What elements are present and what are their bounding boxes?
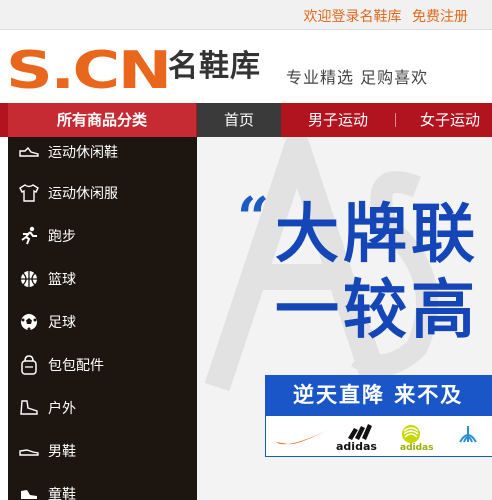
- category-item-outdoor[interactable]: 户外: [8, 393, 197, 423]
- sneaker-icon: [18, 141, 40, 163]
- adidas-neo-wordmark: adidas: [400, 443, 434, 453]
- banner-headline-line1: 大牌联: [275, 198, 479, 272]
- category-item-soccer[interactable]: 足球: [8, 307, 197, 337]
- soccer-ball-icon: [18, 311, 40, 333]
- category-label: 包包配件: [48, 358, 104, 374]
- category-label: 足球: [48, 315, 76, 331]
- all-categories-tab[interactable]: 所有商品分类: [8, 103, 196, 137]
- category-item-casual-shoes[interactable]: 运动休闲鞋: [8, 137, 197, 167]
- site-logo[interactable]: S.CN: [6, 37, 176, 97]
- nike-swoosh-icon: [276, 424, 477, 445]
- runner-icon: [18, 225, 40, 247]
- quote-mark: “: [237, 185, 270, 251]
- category-label: 运动休闲鞋: [48, 145, 118, 161]
- category-item-kids-shoes[interactable]: 童鞋: [8, 479, 197, 500]
- category-item-basketball[interactable]: 篮球: [8, 264, 197, 294]
- logo-text: 名鞋库: [168, 49, 261, 84]
- nav-item-home[interactable]: 首页: [197, 103, 281, 137]
- category-label: 男鞋: [48, 444, 76, 460]
- category-label: 童鞋: [48, 487, 76, 500]
- category-item-bags-accessories[interactable]: 包包配件: [8, 350, 197, 380]
- main-nav: 所有商品分类 首页 男子运动 女子运动: [0, 103, 492, 137]
- kids-shoe-icon: [18, 483, 40, 500]
- tshirt-icon: [18, 182, 40, 204]
- banner-promo-strip: 逆天直降 来不及: [265, 375, 492, 415]
- category-label: 跑步: [48, 229, 76, 245]
- category-label: 篮球: [48, 272, 76, 288]
- site-header: S.CN 名鞋库 专业精选 足购喜欢: [0, 31, 492, 103]
- category-item-running[interactable]: 跑步: [8, 221, 197, 251]
- promo-banner[interactable]: “ 大牌联 一较高 逆天直降 来不及 adidas adidas: [197, 137, 492, 500]
- register-link[interactable]: 免费注册: [412, 9, 468, 25]
- nav-item-mens-sports[interactable]: 男子运动: [308, 103, 368, 137]
- banner-headline-line2: 一较高: [275, 274, 479, 348]
- category-item-mens-shoes[interactable]: 男鞋: [8, 436, 197, 466]
- page: 欢迎登录名鞋库 免费注册 S.CN 名鞋库 专业精选 足购喜欢 所有商品分类 首…: [0, 0, 492, 500]
- login-link[interactable]: 欢迎登录名鞋库: [304, 9, 402, 25]
- account-links: 欢迎登录名鞋库 免费注册: [298, 6, 468, 26]
- hiking-boot-icon: [18, 397, 40, 419]
- category-label: 户外: [48, 401, 76, 417]
- category-label: 运动休闲服: [48, 186, 118, 202]
- nav-item-womens-sports[interactable]: 女子运动: [420, 103, 480, 137]
- basketball-icon: [18, 268, 40, 290]
- mens-shoe-icon: [18, 440, 40, 462]
- site-slogan: 专业精选 足购喜欢: [286, 68, 429, 87]
- nav-divider: [395, 113, 396, 127]
- category-sidebar: 运动休闲鞋 运动休闲服 跑步 篮球 足球 包包配件 户外 男鞋 童鞋: [8, 137, 197, 500]
- category-item-casual-apparel[interactable]: 运动休闲服: [8, 178, 197, 208]
- bag-icon: [18, 354, 40, 376]
- top-utility-bar: 欢迎登录名鞋库 免费注册: [0, 0, 492, 30]
- brand-logo-row: adidas adidas: [265, 415, 492, 457]
- adidas-wordmark: adidas: [336, 440, 377, 453]
